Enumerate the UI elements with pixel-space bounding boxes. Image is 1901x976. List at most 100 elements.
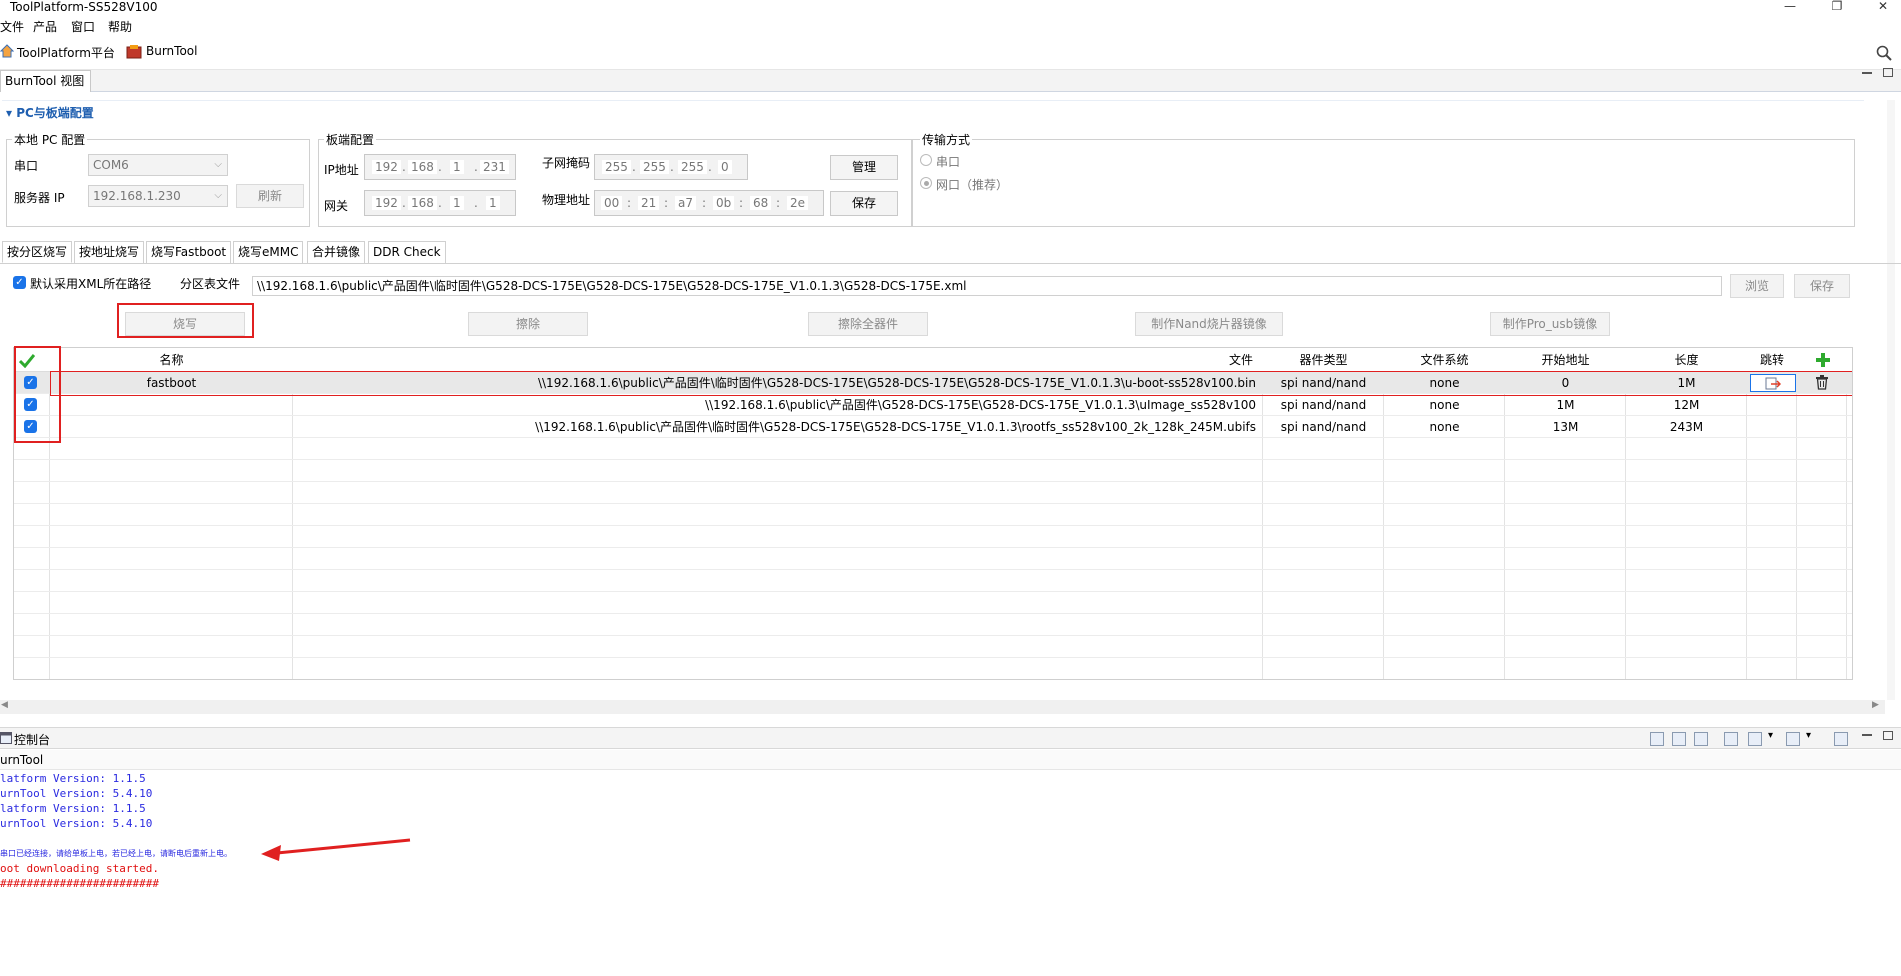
gw-octet-1[interactable]: 192 bbox=[372, 196, 401, 210]
mac-byte-6[interactable]: 2e bbox=[787, 196, 809, 210]
tab-merge-image[interactable]: 合并镜像 bbox=[307, 241, 366, 263]
clear-console-icon[interactable] bbox=[1650, 732, 1664, 746]
tab-ddr-check[interactable]: DDR Check bbox=[368, 241, 446, 263]
menu-file[interactable]: 文件 bbox=[0, 18, 24, 35]
row-file[interactable]: \\192.168.1.6\public\产品固件\临时固件\G528-DCS-… bbox=[293, 416, 1263, 438]
console-notice: 串口已经连接，请给单板上电，若已经上电，请断电后重新上电。 bbox=[0, 849, 232, 858]
table-row[interactable]: ✓ \\192.168.1.6\public\产品固件\G528-DCS-175… bbox=[14, 394, 1852, 416]
row-device[interactable]: spi nand/nand bbox=[1263, 416, 1384, 438]
mask-octet-1[interactable]: 255 bbox=[602, 160, 631, 174]
burn-tabs: 按分区烧写 按地址烧写 烧写Fastboot 烧写eMMC 合并镜像 DDR C… bbox=[0, 241, 1901, 263]
add-row-icon[interactable] bbox=[1815, 352, 1831, 368]
browse-button[interactable]: 浏览 bbox=[1730, 274, 1784, 298]
toolbar: ToolPlatform平台 BurnTool bbox=[0, 35, 1901, 70]
mac-label: 物理地址 bbox=[542, 193, 591, 207]
mac-address-field[interactable]: 00 : 21 : a7 : 0b : 68 : 2e bbox=[594, 190, 824, 216]
console-tab-bar: 控制台 ▾ ▾ bbox=[0, 727, 1901, 749]
partition-save-button[interactable]: 保存 bbox=[1794, 274, 1850, 298]
chevron-down-icon: ⌵ bbox=[214, 159, 222, 170]
tab-partition-burn[interactable]: 按分区烧写 bbox=[2, 241, 73, 263]
empty-row bbox=[14, 482, 1852, 504]
network-radio[interactable] bbox=[920, 177, 932, 189]
serial-radio[interactable] bbox=[920, 154, 932, 166]
tab-divider bbox=[0, 263, 1901, 264]
default-xml-checkbox[interactable]: ✓ bbox=[13, 276, 26, 289]
gateway-field[interactable]: 192 . 168 . 1 . 1 bbox=[364, 190, 516, 216]
search-icon[interactable] bbox=[1876, 45, 1892, 61]
console-tab-label[interactable]: 控制台 bbox=[14, 731, 50, 748]
partition-file-input[interactable]: \\192.168.1.6\public\产品固件\临时固件\G528-DCS-… bbox=[252, 276, 1722, 296]
nand-image-button[interactable]: 制作Nand烧片器镜像 bbox=[1135, 312, 1283, 336]
tab-emmc-burn[interactable]: 烧写eMMC bbox=[233, 241, 304, 263]
chevron-down-icon[interactable]: ▾ bbox=[1806, 730, 1811, 741]
restore-button[interactable]: ❐ bbox=[1822, 0, 1852, 15]
chevron-down-icon[interactable]: ▾ bbox=[1768, 730, 1773, 741]
row-file[interactable]: \\192.168.1.6\public\产品固件\G528-DCS-175E\… bbox=[293, 394, 1263, 416]
menu-help[interactable]: 帮助 bbox=[108, 18, 132, 35]
mask-octet-2[interactable]: 255 bbox=[640, 160, 669, 174]
mac-byte-3[interactable]: a7 bbox=[675, 196, 696, 210]
ip-octet-2[interactable]: 168 bbox=[408, 160, 437, 174]
row-start[interactable]: 1M bbox=[1505, 394, 1626, 416]
ip-address-field[interactable]: 192 . 168 . 1 . 231 bbox=[364, 154, 516, 180]
table-header: 名称 文件 器件类型 文件系统 开始地址 长度 跳转 bbox=[14, 348, 1852, 372]
gw-octet-4[interactable]: 1 bbox=[486, 196, 500, 210]
row-start[interactable]: 13M bbox=[1505, 416, 1626, 438]
mac-byte-1[interactable]: 00 bbox=[601, 196, 623, 210]
vertical-scrollbar[interactable] bbox=[1887, 100, 1895, 700]
tab-address-burn[interactable]: 按地址烧写 bbox=[74, 241, 145, 263]
ip-octet-3[interactable]: 1 bbox=[450, 160, 464, 174]
refresh-button[interactable]: 刷新 bbox=[236, 184, 304, 208]
menu-product[interactable]: 产品 bbox=[33, 18, 57, 35]
empty-row bbox=[14, 504, 1852, 526]
row-device[interactable]: spi nand/nand bbox=[1263, 394, 1384, 416]
open-console-icon[interactable] bbox=[1786, 732, 1800, 746]
console-maximize-icon[interactable] bbox=[1883, 731, 1893, 740]
serial-combo[interactable]: COM6 ⌵ bbox=[88, 154, 228, 176]
mac-byte-2[interactable]: 21 bbox=[638, 196, 660, 210]
menu-window[interactable]: 窗口 bbox=[71, 18, 95, 35]
close-button[interactable]: ✕ bbox=[1868, 0, 1898, 15]
subnet-mask-field[interactable]: 255 . 255 . 255 . 0 bbox=[594, 154, 748, 180]
mask-octet-4[interactable]: 0 bbox=[718, 160, 732, 174]
row-length[interactable]: 243M bbox=[1626, 416, 1747, 438]
gw-octet-3[interactable]: 1 bbox=[450, 196, 464, 210]
display-console-icon[interactable] bbox=[1748, 732, 1762, 746]
gw-octet-2[interactable]: 168 bbox=[408, 196, 437, 210]
word-wrap-icon[interactable] bbox=[1694, 732, 1708, 746]
table-row[interactable]: ✓ \\192.168.1.6\public\产品固件\临时固件\G528-DC… bbox=[14, 416, 1852, 438]
mac-byte-4[interactable]: 0b bbox=[713, 196, 735, 210]
erase-all-button[interactable]: 擦除全器件 bbox=[808, 312, 928, 336]
scroll-right-icon[interactable]: ▶ bbox=[1872, 700, 1879, 710]
console-minimize-icon[interactable] bbox=[1862, 734, 1872, 736]
header-jump: 跳转 bbox=[1759, 353, 1784, 367]
row-length[interactable]: 12M bbox=[1626, 394, 1747, 416]
burntool-view-tab[interactable]: BurnTool 视图 bbox=[0, 70, 92, 92]
external-window-icon[interactable] bbox=[1834, 732, 1848, 746]
mac-byte-5[interactable]: 68 bbox=[750, 196, 772, 210]
scroll-lock-icon[interactable] bbox=[1672, 732, 1686, 746]
header-name: 名称 bbox=[159, 353, 184, 367]
board-save-button[interactable]: 保存 bbox=[830, 191, 898, 216]
view-minimize-icon[interactable] bbox=[1862, 72, 1872, 74]
console-line: latform Version: 1.1.5 bbox=[0, 772, 146, 785]
pin-console-icon[interactable] bbox=[1724, 732, 1738, 746]
row-fs[interactable]: none bbox=[1384, 416, 1505, 438]
mask-octet-3[interactable]: 255 bbox=[678, 160, 707, 174]
tab-fastboot-burn[interactable]: 烧写Fastboot bbox=[146, 241, 232, 263]
ip-octet-1[interactable]: 192 bbox=[372, 160, 401, 174]
section-header[interactable]: ▾ PC与板端配置 bbox=[2, 100, 1864, 122]
row-fs[interactable]: none bbox=[1384, 394, 1505, 416]
empty-row bbox=[14, 658, 1852, 679]
ip-octet-4[interactable]: 231 bbox=[480, 160, 509, 174]
pro-usb-image-button[interactable]: 制作Pro_usb镜像 bbox=[1490, 312, 1610, 336]
default-xml-label: 默认采用XML所在路径 bbox=[30, 277, 152, 291]
header-length: 长度 bbox=[1674, 353, 1699, 367]
erase-button[interactable]: 擦除 bbox=[468, 312, 588, 336]
server-ip-combo[interactable]: 192.168.1.230 ⌵ bbox=[88, 185, 228, 207]
view-maximize-icon[interactable] bbox=[1883, 68, 1893, 77]
minimize-button[interactable]: — bbox=[1775, 0, 1805, 15]
scroll-left-icon[interactable]: ◀ bbox=[1, 700, 8, 710]
manage-button[interactable]: 管理 bbox=[830, 155, 898, 180]
horizontal-scrollbar[interactable]: ◀ ▶ bbox=[0, 700, 1885, 714]
